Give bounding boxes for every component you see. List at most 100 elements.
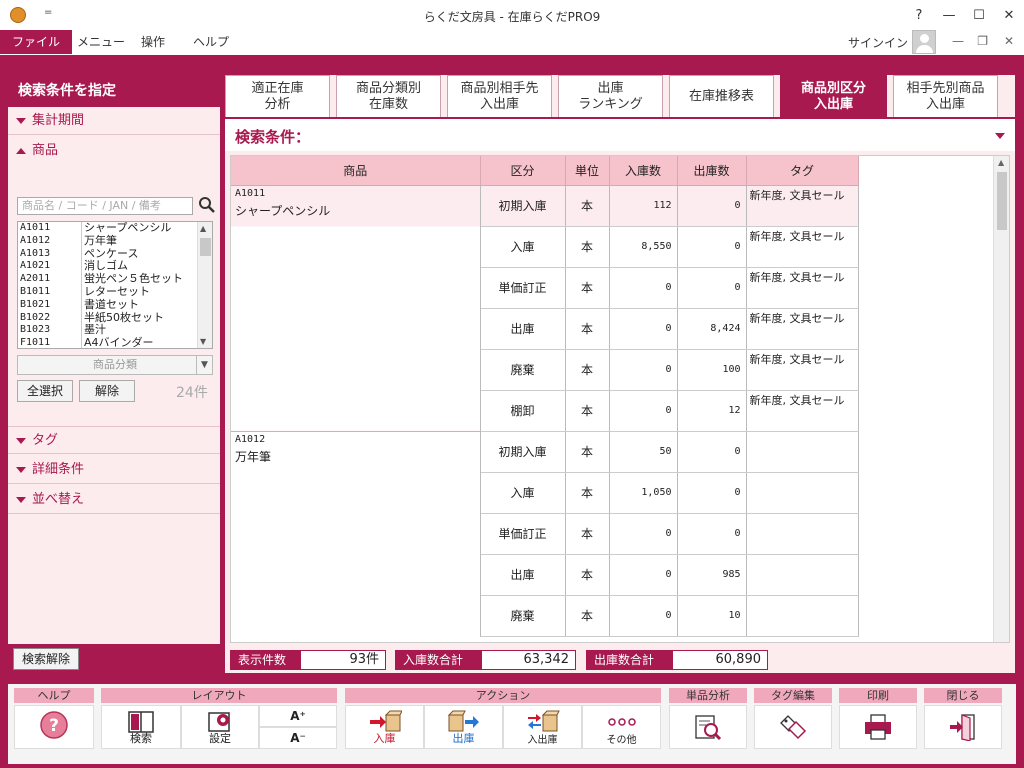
chevron-down-icon: ▼ <box>196 356 212 374</box>
grid-scrollbar[interactable]: ▲ <box>993 156 1009 642</box>
product-list[interactable]: A1011 シャープペンシル A1012 万年筆 A1013 ペンケース A1021 消… <box>17 221 213 349</box>
help-button[interactable]: ? <box>14 705 94 749</box>
table-row[interactable]: A1011 シャープペンシル 初期入庫 本 112 0 新年度, 文具セール <box>231 185 859 431</box>
stock-inout-button[interactable]: 入出庫 <box>503 705 582 749</box>
layout-group: レイアウト 検索 設定 A⁺ A⁻ <box>101 688 337 758</box>
action-group: アクション 入庫 出庫 入出庫 その他 <box>345 688 661 758</box>
menu-bar: ファイル メニュー 操作 ヘルプ サインイン — ❐ ✕ <box>0 30 1024 55</box>
section-detail[interactable]: 詳細条件 <box>8 456 220 484</box>
main-area: 検索条件を指定 集計期間 商品 商品名 / コード / JAN / 備考 A10… <box>0 55 1024 678</box>
other-button[interactable]: その他 <box>582 705 661 749</box>
close-button[interactable]: ✕ <box>994 0 1024 30</box>
in-total-value: 63,342 <box>481 650 576 670</box>
col-in[interactable]: 入庫数 <box>609 156 678 186</box>
settings-button[interactable]: 設定 <box>181 705 259 749</box>
search-panel-title: 検索条件を指定 <box>8 75 220 107</box>
data-grid: 商品 区分 単位 入庫数 出庫数 タグ A1011 シャープペンシル 初期入庫 … <box>230 155 1010 643</box>
list-item[interactable]: A1011 シャープペンシル <box>18 222 212 235</box>
ribbon-restore-icon[interactable]: ❐ <box>977 34 988 48</box>
product-cell[interactable]: A1011 シャープペンシル <box>231 185 481 431</box>
tab-kubun-inout[interactable]: 商品別区分 入出庫 <box>780 75 887 117</box>
scroll-up-icon[interactable]: ▲ <box>200 224 206 233</box>
printer-icon <box>840 714 916 740</box>
scroll-up-icon[interactable]: ▲ <box>998 158 1004 167</box>
out-total-label: 出庫数合計 <box>586 650 672 670</box>
print-group: 印刷 <box>839 688 917 758</box>
list-item[interactable]: B1022 半紙50枚セット <box>18 311 212 325</box>
title-bar: = らくだ文房具 - 在庫らくだPRO9 ? — ☐ ✕ <box>0 0 1024 30</box>
list-item[interactable]: F1011 A4バインダー <box>18 336 212 348</box>
help-group: ヘルプ ? <box>14 688 94 758</box>
condition-label: 検索条件： <box>235 128 311 146</box>
tab-partner-product[interactable]: 相手先別商品 入出庫 <box>893 75 998 117</box>
clear-search-button[interactable]: 検索解除 <box>13 648 79 670</box>
col-kubun[interactable]: 区分 <box>480 156 566 186</box>
col-unit[interactable]: 単位 <box>565 156 610 186</box>
menu-operation[interactable]: 操作 <box>141 30 165 54</box>
out-total-value: 60,890 <box>672 650 768 670</box>
count-value: 93件 <box>300 650 386 670</box>
tab-category-stock[interactable]: 商品分類別 在庫数 <box>336 75 441 117</box>
expand-icon <box>16 117 26 124</box>
help-icon[interactable]: ? <box>904 0 934 30</box>
expand-icon <box>16 496 26 503</box>
col-out[interactable]: 出庫数 <box>677 156 747 186</box>
search-layout-button[interactable]: 検索 <box>101 705 181 749</box>
list-scrollbar[interactable]: ▲ ▼ <box>197 222 212 348</box>
section-period[interactable]: 集計期間 <box>8 107 220 135</box>
tab-partner-inout[interactable]: 商品別相手先 入出庫 <box>447 75 552 117</box>
bottom-toolbar: ヘルプ ? レイアウト 検索 設定 A⁺ A⁻ アクション 入庫 出庫 入出庫 … <box>0 678 1024 768</box>
analysis-button[interactable] <box>669 705 747 749</box>
category-select[interactable]: 商品分類 ▼ <box>17 355 213 375</box>
print-button[interactable] <box>839 705 917 749</box>
report-panel: 適正在庫 分析 商品分類別 在庫数 商品別相手先 入出庫 出庫 ランキング 在庫推移表 … <box>225 75 1015 673</box>
section-sort[interactable]: 並べ替え <box>8 486 220 514</box>
expand-icon <box>16 466 26 473</box>
scroll-down-icon[interactable]: ▼ <box>200 337 206 346</box>
product-search-input[interactable]: 商品名 / コード / JAN / 備考 <box>17 197 193 215</box>
count-label: 表示件数 <box>230 650 300 670</box>
stock-in-button[interactable]: 入庫 <box>345 705 424 749</box>
col-tag[interactable]: タグ <box>746 156 859 186</box>
tag-edit-group: タグ編集 <box>754 688 832 758</box>
menu-menu[interactable]: メニュー <box>77 30 125 54</box>
inout-table: 商品 区分 単位 入庫数 出庫数 タグ A1011 シャープペンシル 初期入庫 … <box>231 156 859 637</box>
col-product[interactable]: 商品 <box>231 156 481 186</box>
signin-link[interactable]: サインイン <box>848 34 908 51</box>
tab-ranking[interactable]: 出庫 ランキング <box>558 75 663 117</box>
menu-help[interactable]: ヘルプ <box>193 30 229 54</box>
magnifier-icon <box>670 714 746 741</box>
ribbon-minimize-icon[interactable]: — <box>952 34 964 48</box>
select-all-button[interactable]: 全選択 <box>17 380 73 402</box>
tag-icon <box>755 714 831 740</box>
maximize-button[interactable]: ☐ <box>964 0 994 30</box>
minimize-button[interactable]: — <box>934 0 964 30</box>
tab-stock-trend[interactable]: 在庫推移表 <box>669 75 774 117</box>
condition-bar[interactable]: 検索条件： <box>225 117 1015 151</box>
search-panel: 検索条件を指定 集計期間 商品 商品名 / コード / JAN / 備考 A10… <box>8 75 220 673</box>
collapse-icon <box>16 147 26 154</box>
tab-proper-stock[interactable]: 適正在庫 分析 <box>225 75 330 117</box>
section-product[interactable]: 商品 <box>8 137 220 165</box>
stock-out-button[interactable]: 出庫 <box>424 705 503 749</box>
list-item[interactable]: A1012 万年筆 <box>18 234 212 248</box>
deselect-button[interactable]: 解除 <box>79 380 135 402</box>
analysis-group: 単品分析 <box>669 688 747 758</box>
avatar[interactable] <box>912 30 936 54</box>
ribbon-close-icon[interactable]: ✕ <box>1004 34 1014 48</box>
chevron-down-icon[interactable] <box>995 133 1005 139</box>
list-item[interactable]: B1021 書道セット <box>18 298 212 312</box>
table-row[interactable]: A1012 万年筆 初期入庫 本 50 0 <box>231 430 859 636</box>
section-tag[interactable]: タグ <box>8 426 220 454</box>
search-icon[interactable] <box>198 196 216 214</box>
close-app-button[interactable] <box>924 705 1002 749</box>
font-down-button[interactable]: A⁻ <box>259 727 337 749</box>
list-item[interactable]: B1011 レターセット <box>18 285 212 299</box>
close-group: 閉じる <box>924 688 1002 758</box>
exit-door-icon <box>925 714 1001 741</box>
font-up-button[interactable]: A⁺ <box>259 705 337 727</box>
window-title: らくだ文房具 - 在庫らくだPRO9 <box>423 10 601 24</box>
tag-edit-button[interactable] <box>754 705 832 749</box>
menu-file[interactable]: ファイル <box>0 30 73 54</box>
product-cell[interactable]: A1012 万年筆 <box>231 430 481 636</box>
